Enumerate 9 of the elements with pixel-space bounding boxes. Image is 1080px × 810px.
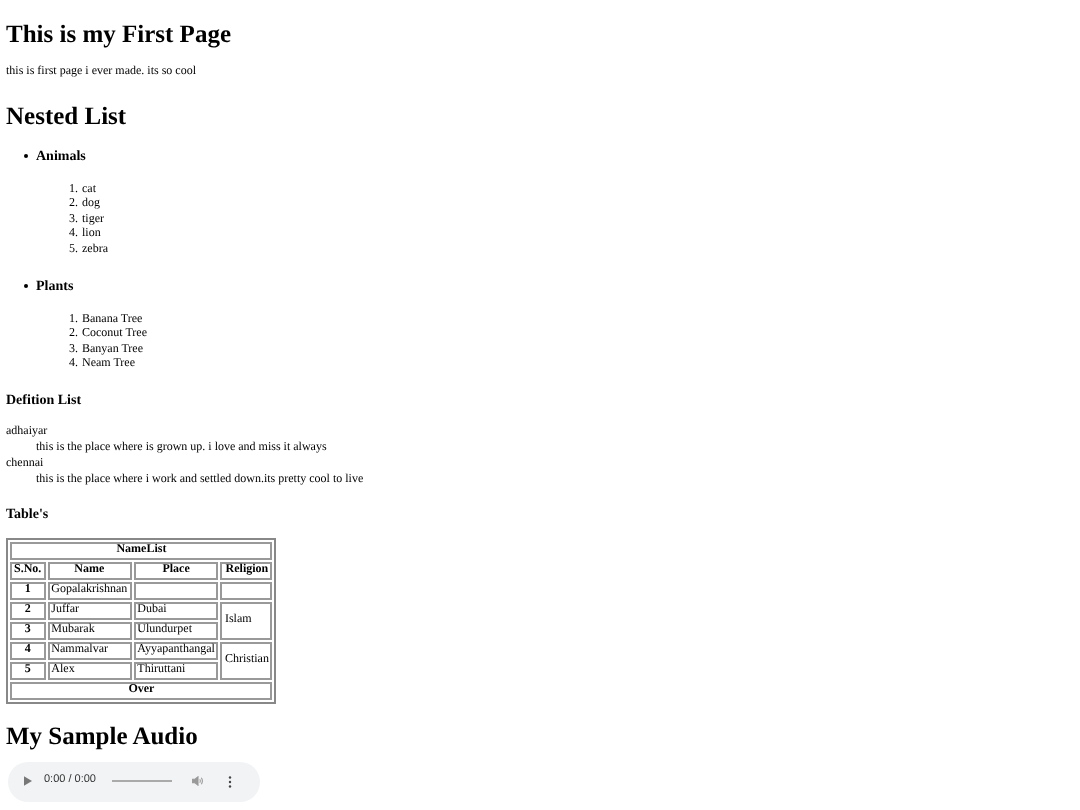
play-icon[interactable]: [24, 776, 32, 787]
section-heading: My Sample Audio: [6, 721, 200, 750]
volume-icon[interactable]: [192, 776, 204, 787]
bullet-icon: [24, 283, 29, 288]
empty-cell: [220, 581, 273, 600]
page-title: This is my First Page: [6, 18, 233, 48]
section-heading: Nested List: [6, 101, 129, 130]
empty-cell: [133, 581, 219, 600]
bullet-icon: [24, 153, 29, 158]
